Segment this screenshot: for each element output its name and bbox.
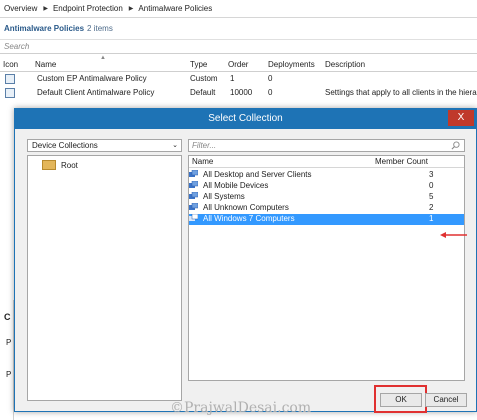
policy-name: Custom EP Antimalware Policy [37,74,147,83]
collection-name: All Systems [203,192,245,201]
collection-member-count: 5 [429,192,434,201]
breadcrumb: Overview ▶ Endpoint Protection ▶ Antimal… [0,0,477,18]
policy-deployments: 0 [268,88,273,97]
collection-icon [189,213,199,221]
annotation-arrow-icon [440,232,467,238]
filter-placeholder: Filter... [192,141,217,150]
list-item[interactable]: All Mobile Devices 0 [189,180,464,192]
policy-type: Custom [190,74,218,83]
policy-name: Default Client Antimalware Policy [37,88,155,97]
column-header-order[interactable]: Order [228,60,248,69]
details-pane: C P P [0,300,14,420]
breadcrumb-endpoint-protection[interactable]: Endpoint Protection [53,4,123,13]
breadcrumb-overview[interactable]: Overview [4,4,37,13]
list-item[interactable]: All Unknown Computers 2 [189,202,464,214]
search-placeholder: Search [4,42,30,51]
item-count: 2 items [87,24,113,33]
collection-icon [189,180,199,188]
tree-item-root[interactable]: Root [42,160,78,170]
list-title: Antimalware Policies 2 items [0,18,477,40]
column-header-icon[interactable]: Icon [3,60,18,69]
breadcrumb-separator-icon: ▶ [128,6,134,12]
table-row[interactable]: Default Client Antimalware Policy Defaul… [0,87,477,99]
cancel-button[interactable]: Cancel [425,393,467,407]
collection-member-count: 1 [429,214,434,223]
folder-icon [42,160,56,170]
dialog-title: Select Collection [208,113,283,124]
collection-name: All Unknown Computers [203,203,289,212]
policy-icon [5,74,15,84]
collection-name: All Mobile Devices [203,181,269,190]
collection-list-header: Name Member Count [189,156,464,168]
sort-arrow-icon: ▲ [100,55,106,61]
collection-icon [189,169,199,177]
filter-input[interactable]: Filter... [188,139,465,152]
list-item[interactable]: All Desktop and Server Clients 3 [189,169,464,181]
breadcrumb-separator-icon: ▶ [43,6,48,12]
watermark: ©PrajwalDesai.com [170,400,312,416]
breadcrumb-antimalware-policies[interactable]: Antimalware Policies [138,4,212,13]
column-header-name[interactable]: Name [35,60,56,69]
collection-tree: Root [27,155,182,401]
collection-member-count: 2 [429,203,434,212]
ok-button[interactable]: OK [380,393,422,407]
column-header-deployments[interactable]: Deployments [268,60,315,69]
column-header-member-count[interactable]: Member Count [375,157,428,166]
details-heading: C [4,312,11,322]
collection-icon [189,191,199,199]
grid-header: ▲ Icon Name Type Order Deployments Descr… [0,55,477,72]
details-label: P [6,338,12,347]
collection-type-dropdown[interactable]: Device Collections ⌄ [27,139,182,152]
policy-description: Settings that apply to all clients in th… [325,88,477,97]
select-collection-dialog: Select Collection X Device Collections ⌄… [14,108,477,413]
dialog-body: Device Collections ⌄ Root Filter... Name… [15,129,476,413]
policy-deployments: 0 [268,74,273,83]
list-item-selected[interactable]: All Windows 7 Computers 1 [189,213,464,225]
chevron-down-icon: ⌄ [172,142,178,149]
collection-name: All Desktop and Server Clients [203,170,312,179]
page-title: Antimalware Policies [4,24,85,33]
tree-item-label: Root [61,160,78,170]
collection-type-value: Device Collections [32,141,98,150]
policy-icon [5,88,15,98]
column-header-description[interactable]: Description [325,60,365,69]
collection-name: All Windows 7 Computers [203,214,295,223]
search-icon [451,141,460,150]
close-button[interactable]: X [448,110,474,126]
collection-list: Name Member Count All Desktop and Server… [188,155,465,381]
column-header-type[interactable]: Type [190,60,207,69]
collection-member-count: 0 [429,181,434,190]
dialog-titlebar[interactable]: Select Collection X [15,109,476,129]
list-item[interactable]: All Systems 5 [189,191,464,203]
policy-order: 1 [230,74,235,83]
table-row[interactable]: Custom EP Antimalware Policy Custom 1 0 [0,73,477,85]
policy-order: 10000 [230,88,253,97]
column-header-name[interactable]: Name [192,157,213,166]
details-label: P [6,370,12,379]
policy-type: Default [190,88,216,97]
collection-icon [189,202,199,210]
search-input[interactable]: Search [0,40,477,54]
collection-member-count: 3 [429,170,434,179]
